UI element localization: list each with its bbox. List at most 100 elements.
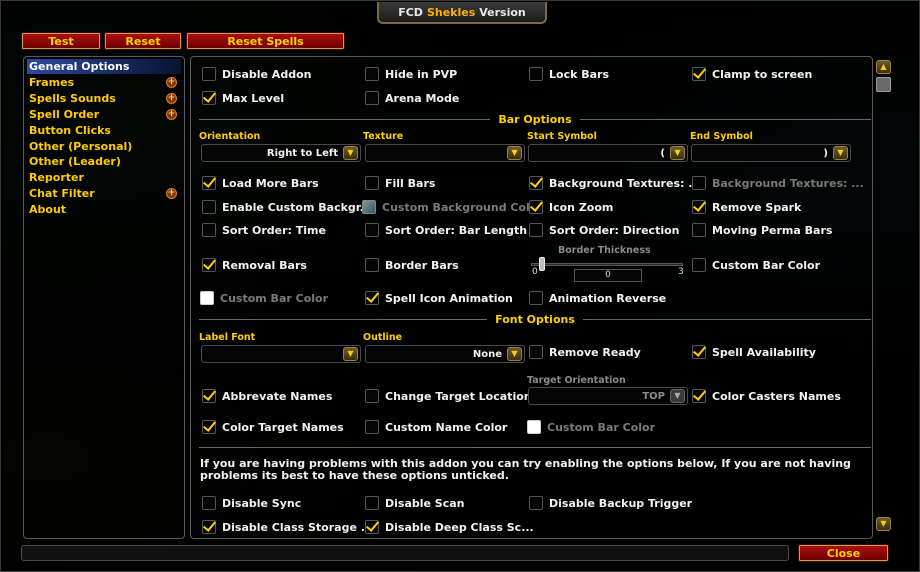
checkbox-box[interactable]: [202, 258, 216, 272]
disable-addon-checkbox[interactable]: Disable Addon: [202, 66, 311, 82]
arena-mode-checkbox[interactable]: Arena Mode: [365, 90, 459, 106]
color-casters-names-checkbox[interactable]: Color Casters Names: [692, 388, 841, 404]
checkbox-box[interactable]: [202, 67, 216, 81]
border-thickness-value[interactable]: 0: [574, 269, 642, 282]
color-swatch[interactable]: [362, 200, 376, 214]
color-swatch[interactable]: [200, 291, 214, 305]
disable-backup-trigger-checkbox[interactable]: Disable Backup Trigger: [529, 495, 692, 511]
label-font-dropdown[interactable]: ▼: [201, 345, 361, 363]
nav-item-other-leader[interactable]: Other (Leader): [27, 154, 181, 169]
custom-background-color-swatch[interactable]: Custom Background Col...: [362, 199, 542, 215]
chevron-down-icon[interactable]: ▼: [343, 146, 358, 160]
max-level-checkbox[interactable]: Max Level: [202, 90, 284, 106]
checkbox-box[interactable]: [365, 67, 379, 81]
custom-bar-color-checkbox[interactable]: Custom Bar Color: [692, 257, 820, 273]
orientation-dropdown[interactable]: Right to Left ▼: [201, 144, 361, 162]
checkbox-box[interactable]: [529, 345, 543, 359]
nav-item-other-personal[interactable]: Other (Personal): [27, 139, 181, 154]
checkbox-box[interactable]: [202, 496, 216, 510]
disable-class-storage-checkbox[interactable]: Disable Class Storage ...: [202, 519, 373, 535]
scroll-up-icon[interactable]: ▲: [876, 60, 891, 74]
end-symbol-dropdown[interactable]: ) ▼: [691, 144, 851, 162]
load-more-bars-checkbox[interactable]: Load More Bars: [202, 175, 319, 191]
font-custom-bar-color-swatch[interactable]: Custom Bar Color: [527, 419, 655, 435]
expand-icon[interactable]: +: [166, 188, 177, 199]
abbrevate-names-checkbox[interactable]: Abbrevate Names: [202, 388, 332, 404]
checkbox-box[interactable]: [692, 389, 706, 403]
scroll-down-icon[interactable]: ▼: [876, 517, 891, 531]
checkbox-box[interactable]: [692, 200, 706, 214]
chevron-down-icon[interactable]: ▼: [507, 347, 522, 361]
disable-deep-class-scan-checkbox[interactable]: Disable Deep Class Sc...: [365, 519, 534, 535]
checkbox-box[interactable]: [529, 176, 543, 190]
remove-spark-checkbox[interactable]: Remove Spark: [692, 199, 801, 215]
chevron-down-icon[interactable]: ▼: [343, 347, 358, 361]
checkbox-box[interactable]: [202, 520, 216, 534]
checkbox-box[interactable]: [365, 291, 379, 305]
color-target-names-checkbox[interactable]: Color Target Names: [202, 419, 344, 435]
border-thickness-slider[interactable]: [531, 263, 683, 266]
nav-item-chat-filter[interactable]: Chat Filter +: [27, 186, 181, 201]
nav-item-spell-order[interactable]: Spell Order +: [27, 107, 181, 122]
remove-ready-checkbox[interactable]: Remove Ready: [529, 344, 641, 360]
change-target-location-checkbox[interactable]: Change Target Location: [365, 388, 532, 404]
nav-item-about[interactable]: About: [27, 202, 181, 217]
disable-sync-checkbox[interactable]: Disable Sync: [202, 495, 301, 511]
texture-dropdown[interactable]: ▼: [365, 144, 525, 162]
nav-item-general-options[interactable]: General Options: [27, 59, 181, 74]
checkbox-box[interactable]: [202, 176, 216, 190]
sort-order-time-checkbox[interactable]: Sort Order: Time: [202, 222, 326, 238]
animation-reverse-checkbox[interactable]: Animation Reverse: [529, 290, 666, 306]
scroll-thumb[interactable]: [876, 77, 891, 92]
checkbox-box[interactable]: [692, 67, 706, 81]
nav-item-reporter[interactable]: Reporter: [27, 170, 181, 185]
checkbox-box[interactable]: [365, 91, 379, 105]
enable-custom-background-checkbox[interactable]: Enable Custom Backgr...: [202, 199, 372, 215]
test-button[interactable]: Test: [21, 32, 101, 50]
checkbox-box[interactable]: [529, 200, 543, 214]
background-textures-secondary-checkbox[interactable]: Background Textures: ...: [692, 175, 864, 191]
custom-bar-color-swatch[interactable]: Custom Bar Color: [200, 290, 328, 306]
checkbox-box[interactable]: [529, 67, 543, 81]
checkbox-box[interactable]: [202, 200, 216, 214]
reset-button[interactable]: Reset: [104, 32, 182, 50]
chevron-down-icon[interactable]: ▼: [833, 146, 848, 160]
nav-item-button-clicks[interactable]: Button Clicks: [27, 123, 181, 138]
checkbox-box[interactable]: [692, 258, 706, 272]
checkbox-box[interactable]: [529, 223, 543, 237]
custom-name-color-checkbox[interactable]: Custom Name Color: [365, 419, 507, 435]
checkbox-box[interactable]: [365, 496, 379, 510]
checkbox-box[interactable]: [365, 420, 379, 434]
checkbox-box[interactable]: [202, 389, 216, 403]
checkbox-box[interactable]: [202, 223, 216, 237]
lock-bars-checkbox[interactable]: Lock Bars: [529, 66, 609, 82]
spell-icon-animation-checkbox[interactable]: Spell Icon Animation: [365, 290, 513, 306]
checkbox-box[interactable]: [202, 91, 216, 105]
icon-zoom-checkbox[interactable]: Icon Zoom: [529, 199, 613, 215]
checkbox-box[interactable]: [202, 420, 216, 434]
sort-order-bar-length-checkbox[interactable]: Sort Order: Bar Length: [365, 222, 527, 238]
checkbox-box[interactable]: [692, 345, 706, 359]
background-textures-checkbox[interactable]: Background Textures: ...: [529, 175, 701, 191]
checkbox-box[interactable]: [529, 291, 543, 305]
nav-item-spells-sounds[interactable]: Spells Sounds +: [27, 91, 181, 106]
options-scrollbar[interactable]: ▲ ▼: [874, 56, 892, 539]
close-button[interactable]: Close: [798, 544, 889, 562]
checkbox-box[interactable]: [365, 258, 379, 272]
disable-scan-checkbox[interactable]: Disable Scan: [365, 495, 465, 511]
expand-icon[interactable]: +: [166, 109, 177, 120]
expand-icon[interactable]: +: [166, 77, 177, 88]
color-swatch[interactable]: [527, 420, 541, 434]
chevron-down-icon[interactable]: ▼: [507, 146, 522, 160]
removal-bars-checkbox[interactable]: Removal Bars: [202, 257, 307, 273]
nav-item-frames[interactable]: Frames +: [27, 75, 181, 90]
checkbox-box[interactable]: [365, 389, 379, 403]
slider-thumb[interactable]: [539, 257, 545, 271]
clamp-to-screen-checkbox[interactable]: Clamp to screen: [692, 66, 812, 82]
target-orientation-dropdown[interactable]: TOP ▼: [528, 387, 688, 405]
moving-perma-bars-checkbox[interactable]: Moving Perma Bars: [692, 222, 832, 238]
fill-bars-checkbox[interactable]: Fill Bars: [365, 175, 435, 191]
spell-availability-checkbox[interactable]: Spell Availability: [692, 344, 816, 360]
reset-spells-button[interactable]: Reset Spells: [186, 32, 345, 50]
chevron-down-icon[interactable]: ▼: [670, 389, 685, 403]
